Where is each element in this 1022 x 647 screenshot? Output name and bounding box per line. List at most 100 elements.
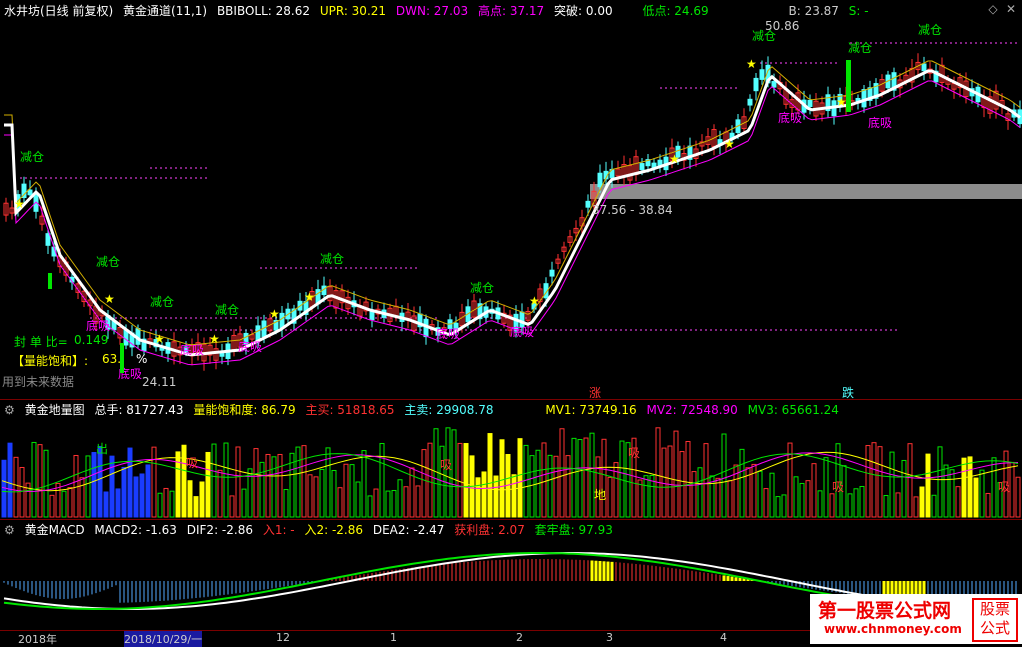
range-label: 37.56 - 38.84 <box>592 203 673 217</box>
volume-bar <box>823 457 829 518</box>
close-icon[interactable]: ✕ <box>1004 2 1018 16</box>
price-chart[interactable]: ★★★ ★★★ ★★★★★减仓减仓减仓减仓减仓减仓减仓减仓减仓底吸底吸 底吸底吸 底吸底… <box>0 18 1022 398</box>
reduce-label: 减仓 <box>150 295 174 309</box>
volume-bar <box>517 438 523 518</box>
volume-bar <box>415 485 421 518</box>
volume-bar <box>19 466 25 518</box>
volume-bar <box>361 450 367 518</box>
volume-bar <box>283 489 289 518</box>
star-marker: ★ <box>14 197 25 211</box>
in2-value: 入2: -2.86 <box>304 523 364 537</box>
stock-name[interactable]: 水井坊(日线 前复权) <box>4 4 113 18</box>
volume-bar <box>691 471 697 518</box>
volume-bar <box>571 437 577 518</box>
macd-title[interactable]: 黄金MACD <box>25 523 85 537</box>
volume-bar <box>529 455 535 518</box>
volume-bar <box>295 446 301 518</box>
absorb-label: 底吸 <box>436 326 460 341</box>
volume-bar <box>799 482 805 518</box>
volume-bar <box>187 480 193 518</box>
ma-white <box>4 69 1021 357</box>
ground-label: 地 <box>594 488 606 502</box>
volume-bar <box>523 444 529 518</box>
volume-bar <box>109 455 115 518</box>
time-axis-label: 1 <box>390 631 397 644</box>
volume-bar <box>913 496 919 518</box>
volume-bar <box>307 474 313 518</box>
volume-bar <box>451 429 457 518</box>
volume-bar <box>85 455 91 518</box>
indicator-name[interactable]: 黄金通道(11,1) <box>123 4 207 18</box>
panel-divider <box>0 399 1022 400</box>
volume-bar <box>949 469 955 518</box>
volume-bar <box>895 492 901 518</box>
bbiboll-value: BBIBOLL: 28.62 <box>216 4 310 18</box>
absorb-label: 底吸 <box>868 115 892 130</box>
volume-bar <box>103 491 109 518</box>
absorb-label: 底吸 <box>86 318 110 333</box>
star-marker: ★ <box>669 152 680 166</box>
volume-bar <box>31 441 37 518</box>
low-value: 低点: 24.69 <box>642 4 709 18</box>
volume-bar <box>703 443 709 518</box>
volume-bar <box>991 457 997 518</box>
volume-bar <box>373 488 379 518</box>
volume-bar <box>637 479 643 518</box>
volume-bar <box>193 496 199 518</box>
reduce-label: 减仓 <box>215 303 239 317</box>
volume-bar <box>643 475 649 518</box>
volume-bar <box>121 466 127 518</box>
settings-icon[interactable]: ⚙ <box>4 523 15 537</box>
candle <box>759 69 765 80</box>
profit-value: 获利盘: 2.07 <box>454 523 525 537</box>
volume-title[interactable]: 黄金地量图 <box>25 403 85 417</box>
reduce-label: 减仓 <box>918 23 942 37</box>
volume-bar <box>115 488 121 518</box>
volume-bar <box>463 443 469 518</box>
volume-bar <box>655 427 661 518</box>
volume-bar <box>157 492 163 518</box>
reduce-label: 减仓 <box>470 281 494 295</box>
volume-bar <box>673 430 679 518</box>
volume-bar <box>973 477 979 518</box>
trapped-value: 套牢盘: 97.93 <box>534 523 613 537</box>
volume-bar <box>265 453 271 518</box>
volume-bar <box>739 448 745 518</box>
settings-icon[interactable]: ⚙ <box>4 403 15 417</box>
volume-bar <box>961 457 967 518</box>
volume-bar <box>391 489 397 518</box>
volume-bar <box>577 439 583 518</box>
mv2-value: MV2: 72548.90 <box>646 403 738 417</box>
volume-bar <box>547 454 553 518</box>
volume-bar <box>967 456 973 518</box>
volume-bar <box>481 471 487 518</box>
volume-bar <box>727 480 733 518</box>
volume-bar <box>487 433 493 518</box>
volume-bar <box>715 477 721 518</box>
volume-bar <box>91 452 97 518</box>
volume-chart[interactable]: 出吸 吸吸吸 吸地 <box>0 417 1022 519</box>
seal-ratio-value: 0.149 <box>74 333 109 347</box>
volume-bar <box>445 427 451 518</box>
breakout-value: 突破: 0.00 <box>554 4 613 18</box>
time-axis-label: 3 <box>606 631 613 644</box>
diamond-icon[interactable]: ◇ <box>986 2 1000 16</box>
seal-ratio-label: 封 单 比= <box>14 335 68 349</box>
volume-bar <box>901 459 907 518</box>
candle <box>45 233 51 246</box>
low-price-label: 24.11 <box>142 375 177 389</box>
volume-bar <box>499 439 505 518</box>
time-axis-label: 2018/10/29/一 <box>124 631 203 647</box>
volume-bar <box>757 470 763 518</box>
volume-bar <box>277 453 283 518</box>
peak-price-label: 50.86 <box>765 19 800 33</box>
volume-bar <box>1009 461 1015 518</box>
volume-bar <box>781 494 787 518</box>
volume-bar <box>661 447 667 518</box>
volume-bar <box>397 479 403 518</box>
volume-bar <box>211 443 217 518</box>
volume-bar <box>457 442 463 518</box>
volume-bar <box>817 490 823 518</box>
volume-bar <box>367 495 373 518</box>
absorb-label: 吸 <box>628 446 640 460</box>
